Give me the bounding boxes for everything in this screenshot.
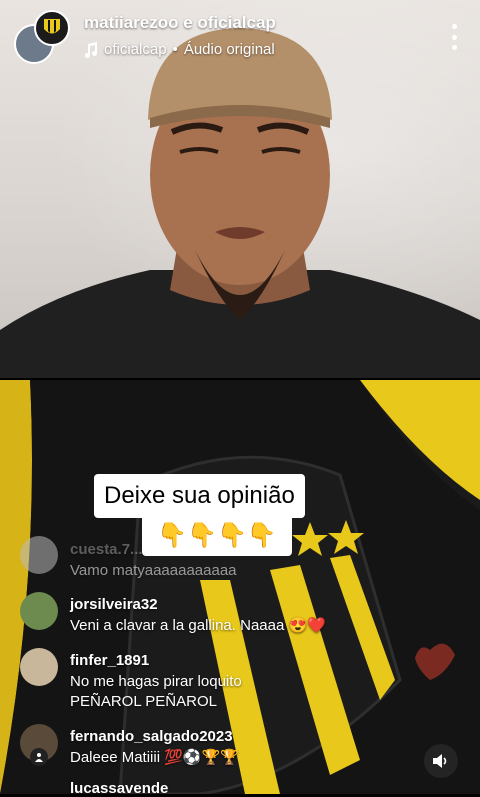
speaker-icon[interactable] — [424, 744, 458, 778]
comment-text: Veni a clavar a la gallina. Naaaa 😍❤️ — [70, 617, 326, 634]
audio-label: Áudio original — [183, 41, 275, 58]
audio-owner: oficialcap — [104, 41, 167, 58]
music-note-icon — [85, 41, 97, 58]
comment-avatar[interactable] — [20, 648, 58, 686]
comment-text: Vamo matyaaaaaaaaaaa — [70, 562, 237, 579]
more-vertical-icon[interactable] — [452, 24, 458, 50]
comment-username[interactable]: jorsilveira32 — [70, 596, 158, 613]
live-header: matiiarezoo e oficialcap oficialcap • Áu… — [0, 0, 480, 80]
comment-username[interactable]: cuesta.7... — [70, 541, 143, 558]
comment-username[interactable]: fernando_salgado2023 — [70, 728, 233, 745]
avatar-oficialcap[interactable] — [34, 10, 70, 46]
audio-row[interactable]: oficialcap • Áudio original — [84, 41, 275, 58]
caption-text: Deixe sua opinião — [94, 474, 305, 518]
comment-text: No me hagas pirar loquito — [70, 673, 242, 690]
comment-username[interactable]: lucassavende — [70, 780, 168, 797]
audio-separator: • — [172, 41, 178, 58]
comment-text: Daleee Matiiii 💯⚽🏆🏆 — [70, 749, 239, 766]
caption-emojis: 👇👇👇👇 — [142, 514, 292, 556]
club-crest-icon — [44, 19, 60, 34]
pointing-down-emojis: 👇👇👇👇 — [157, 521, 277, 549]
user-icon — [30, 748, 48, 766]
comment-avatar[interactable] — [20, 592, 58, 630]
live-usernames[interactable]: matiiarezoo e oficialcap — [84, 13, 276, 33]
comment-avatar[interactable] — [20, 536, 58, 574]
comment-username[interactable]: finfer_1891 — [70, 652, 149, 669]
comment-text: PEÑAROL PEÑAROL — [70, 693, 217, 710]
